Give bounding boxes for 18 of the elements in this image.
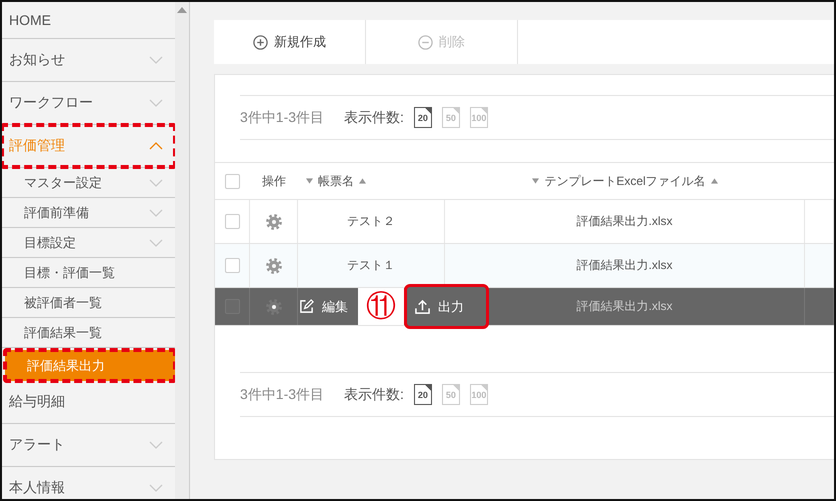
callout-number: ⑪ — [358, 288, 404, 325]
table-cell: テスト１ — [347, 257, 395, 274]
table-row[interactable]: テスト１ 評価結果出力.xlsx — [215, 244, 834, 288]
page-size-button[interactable]: 20 — [414, 384, 432, 405]
page-size-label: 表示件数: — [344, 386, 404, 404]
row-action-button[interactable]: 出力 — [404, 284, 489, 329]
table-cell: テスト２ — [347, 213, 395, 230]
column-header[interactable]: 帳票名 — [318, 172, 354, 190]
column-header: 操作 — [262, 172, 286, 190]
column-header[interactable]: テンプレートExcelファイル名 — [544, 172, 706, 190]
result-range-text: 3件中1-3件目 — [240, 386, 324, 404]
page-size-label: 表示件数: — [344, 108, 404, 126]
table-cell: 評価結果出力.xlsx — [576, 298, 672, 315]
page-size-button[interactable]: 20 — [414, 107, 432, 128]
table-cell: 評価結果出力.xlsx — [576, 213, 672, 230]
result-range-text: 3件中1-3件目 — [240, 108, 324, 126]
table-cell: 評価結果出力.xlsx — [576, 257, 672, 274]
row-action-button[interactable]: 編集 — [295, 288, 358, 325]
